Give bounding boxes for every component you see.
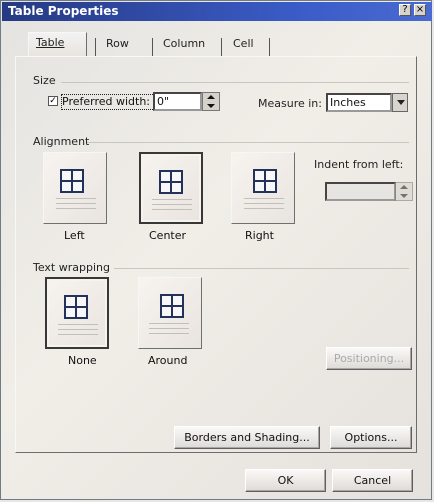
tab-label: Column bbox=[163, 37, 206, 50]
indent-from-left-label: Indent from left: bbox=[314, 158, 404, 171]
text-wrapping-divider bbox=[114, 268, 409, 269]
tab-table[interactable]: Table bbox=[28, 32, 87, 56]
size-divider bbox=[61, 82, 409, 83]
alignment-center-label: Center bbox=[149, 229, 187, 242]
checkmark-icon: ✓ bbox=[49, 96, 57, 106]
alignment-left-label: Left bbox=[64, 229, 85, 242]
text-lines-icon bbox=[244, 198, 284, 211]
tab-label: Table bbox=[36, 36, 65, 49]
indent-from-left-input[interactable] bbox=[325, 182, 396, 201]
alignment-divider bbox=[87, 142, 409, 143]
table-grid-icon bbox=[64, 295, 88, 319]
preferred-width-label: Preferred width: bbox=[61, 94, 155, 110]
table-tab-panel bbox=[15, 56, 417, 453]
alignment-right-label: Right bbox=[245, 229, 274, 242]
tab-cell[interactable]: Cell bbox=[226, 34, 271, 54]
table-grid-icon bbox=[253, 169, 277, 193]
window-title: Table Properties bbox=[2, 2, 432, 21]
preferred-width-input[interactable]: 0" bbox=[153, 92, 202, 111]
table-grid-icon bbox=[60, 169, 84, 193]
cancel-button[interactable]: Cancel bbox=[332, 469, 413, 492]
table-grid-icon bbox=[159, 170, 183, 194]
indent-spinner[interactable] bbox=[395, 182, 413, 201]
positioning-button[interactable]: Positioning... bbox=[326, 347, 412, 370]
preferred-width-spinner[interactable] bbox=[202, 92, 220, 111]
wrapping-none-option[interactable] bbox=[45, 277, 109, 349]
alignment-left-option[interactable] bbox=[43, 152, 107, 224]
options-button[interactable]: Options... bbox=[330, 426, 412, 449]
text-wrapping-section-label: Text wrapping bbox=[33, 261, 110, 274]
preferred-width-checkbox[interactable]: ✓ bbox=[48, 96, 58, 106]
size-section-label: Size bbox=[33, 74, 56, 87]
measure-in-select[interactable]: Inches bbox=[326, 93, 392, 112]
measure-in-label: Measure in: bbox=[258, 97, 322, 110]
tab-separator bbox=[221, 38, 222, 56]
wrapping-none-label: None bbox=[68, 354, 97, 367]
tab-row[interactable]: Row bbox=[99, 34, 147, 54]
tab-separator bbox=[269, 38, 270, 56]
text-lines-icon bbox=[149, 323, 189, 336]
tab-separator bbox=[95, 38, 96, 56]
wrapping-around-option[interactable] bbox=[138, 277, 202, 349]
alignment-center-option[interactable] bbox=[139, 152, 203, 224]
borders-and-shading-button[interactable]: Borders and Shading... bbox=[174, 426, 320, 449]
tab-column[interactable]: Column bbox=[156, 34, 219, 54]
text-lines-icon bbox=[152, 199, 192, 212]
table-grid-icon bbox=[160, 294, 184, 318]
help-button[interactable]: ? bbox=[399, 4, 411, 16]
table-properties-dialog: Table Properties ? × Table Row Column Ce… bbox=[0, 0, 432, 500]
wrapping-around-label: Around bbox=[148, 354, 188, 367]
chevron-down-icon[interactable] bbox=[392, 93, 408, 112]
text-lines-icon bbox=[58, 324, 98, 337]
text-lines-icon bbox=[56, 198, 96, 211]
close-button[interactable]: × bbox=[414, 4, 426, 16]
tab-separator bbox=[152, 38, 153, 56]
ok-button[interactable]: OK bbox=[245, 469, 326, 492]
alignment-right-option[interactable] bbox=[231, 152, 295, 224]
tab-label: Cell bbox=[233, 37, 254, 50]
alignment-section-label: Alignment bbox=[33, 135, 90, 148]
tab-label: Row bbox=[106, 37, 129, 50]
